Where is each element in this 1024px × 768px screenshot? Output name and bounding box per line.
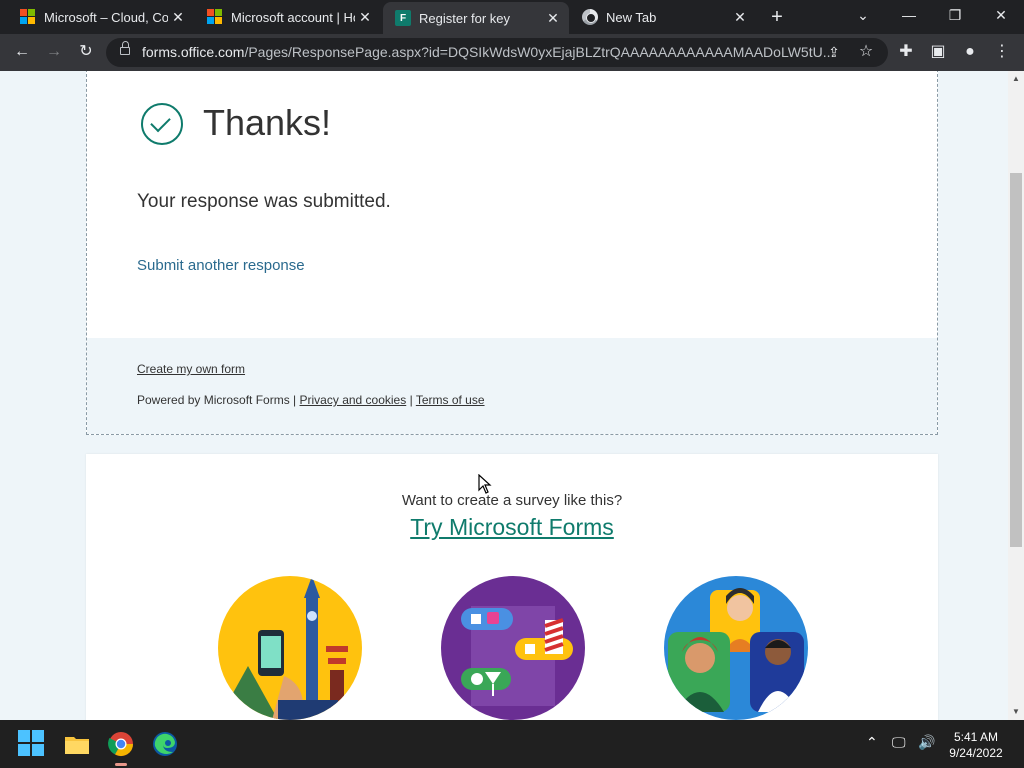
submitted-message: Your response was submitted. [137,191,391,212]
page-scrollbar[interactable]: ▲ ▼ [1008,71,1024,720]
profile-icon[interactable]: ● [956,38,984,66]
chat-bubbles-illustration [441,576,585,720]
page-viewport: Thanks! Your response was submitted. Sub… [0,71,1008,720]
people-illustration [664,576,808,720]
tab-microsoft-account[interactable]: Microsoft account | Hor ✕ [195,0,381,34]
bookmark-star-icon[interactable]: ☆ [852,38,880,66]
try-microsoft-forms-link[interactable]: Try Microsoft Forms [86,514,938,541]
close-window-button[interactable]: ✕ [978,0,1024,34]
chrome-taskbar-icon[interactable] [107,730,135,766]
chrome-icon [582,9,598,25]
close-tab-icon[interactable]: ✕ [543,10,563,27]
submit-another-response-link[interactable]: Submit another response [137,257,305,274]
forms-icon: F [395,10,411,26]
share-icon[interactable]: ⇪ [820,38,848,66]
windows-start-icon[interactable] [18,730,46,758]
tab-title: Microsoft account | Hor [231,9,355,25]
clock-time: 5:41 AM [953,730,999,744]
file-explorer-icon[interactable] [63,730,91,758]
forward-button[interactable]: → [40,38,68,66]
response-card: Thanks! Your response was submitted. Sub… [86,71,938,435]
back-button[interactable]: ← [8,38,36,66]
microsoft-logo-icon [207,9,223,25]
tab-strip: Microsoft – Cloud, Com ✕ Microsoft accou… [0,0,1024,34]
microsoft-logo-icon [20,9,36,25]
new-tab-button[interactable]: + [766,6,788,28]
tab-search-button[interactable]: ⌄ [840,0,886,34]
url-host: forms.office.com [142,44,245,60]
restore-button[interactable]: ❐ [932,0,978,34]
tab-microsoft-cloud[interactable]: Microsoft – Cloud, Com ✕ [8,0,194,34]
scroll-down-arrow-icon[interactable]: ▼ [1008,704,1024,720]
tab-title: Microsoft – Cloud, Com [44,9,168,25]
create-my-own-form-link[interactable]: Create my own form [137,362,245,376]
extensions-icon[interactable]: ✚ [892,38,920,66]
url-path: /Pages/ResponsePage.aspx?id=DQSIkWdsW0yx… [244,44,835,60]
clock-date: 9/24/2022 [949,746,1003,760]
edge-taskbar-icon[interactable] [151,730,179,758]
thanks-heading: Thanks! [203,102,332,143]
scroll-thumb[interactable] [1010,173,1022,547]
network-icon[interactable]: 🖵 [892,734,906,751]
tab-title: Register for key [419,10,511,26]
separator: | [409,393,413,407]
side-panel-icon[interactable]: ▣ [924,38,952,66]
scroll-up-arrow-icon[interactable]: ▲ [1008,71,1024,87]
volume-icon[interactable]: 🔊 [918,734,935,751]
check-circle-icon [141,103,183,145]
menu-kebab-icon[interactable]: ⋮ [988,38,1016,66]
card-footer [87,338,937,434]
close-tab-icon[interactable]: ✕ [168,9,188,26]
reload-button[interactable]: ↻ [72,38,100,66]
tab-register-for-key[interactable]: F Register for key ✕ [383,2,569,34]
close-tab-icon[interactable]: ✕ [730,9,750,26]
minimize-button[interactable]: — [886,0,932,34]
forms-promo-card: Want to create a survey like this? Try M… [86,454,938,720]
mouse-cursor-icon [478,474,492,494]
promo-question: Want to create a survey like this? [401,492,623,509]
browser-toolbar: ← → ↻ forms.office.com/Pages/ResponsePag… [0,34,1024,71]
terms-of-use-link[interactable]: Terms of use [416,393,485,407]
lock-icon[interactable] [120,41,130,55]
privacy-cookies-link[interactable]: Privacy and cookies [300,393,407,407]
show-hidden-icons-chevron-icon[interactable]: ⌃ [866,734,878,751]
tab-new-tab[interactable]: New Tab ✕ [570,0,756,34]
tab-title: New Tab [606,9,657,25]
powered-by-text: Powered by Microsoft Forms | [137,393,297,407]
powered-by-line: Powered by Microsoft Forms | Privacy and… [137,393,485,407]
system-clock[interactable]: 5:41 AM 9/24/2022 [940,729,1012,761]
close-tab-icon[interactable]: ✕ [355,9,375,26]
windows-taskbar: ⌃ 🖵 🔊 5:41 AM 9/24/2022 [0,720,1024,768]
city-phone-illustration [218,576,362,720]
address-bar[interactable]: forms.office.com/Pages/ResponsePage.aspx… [106,38,888,67]
